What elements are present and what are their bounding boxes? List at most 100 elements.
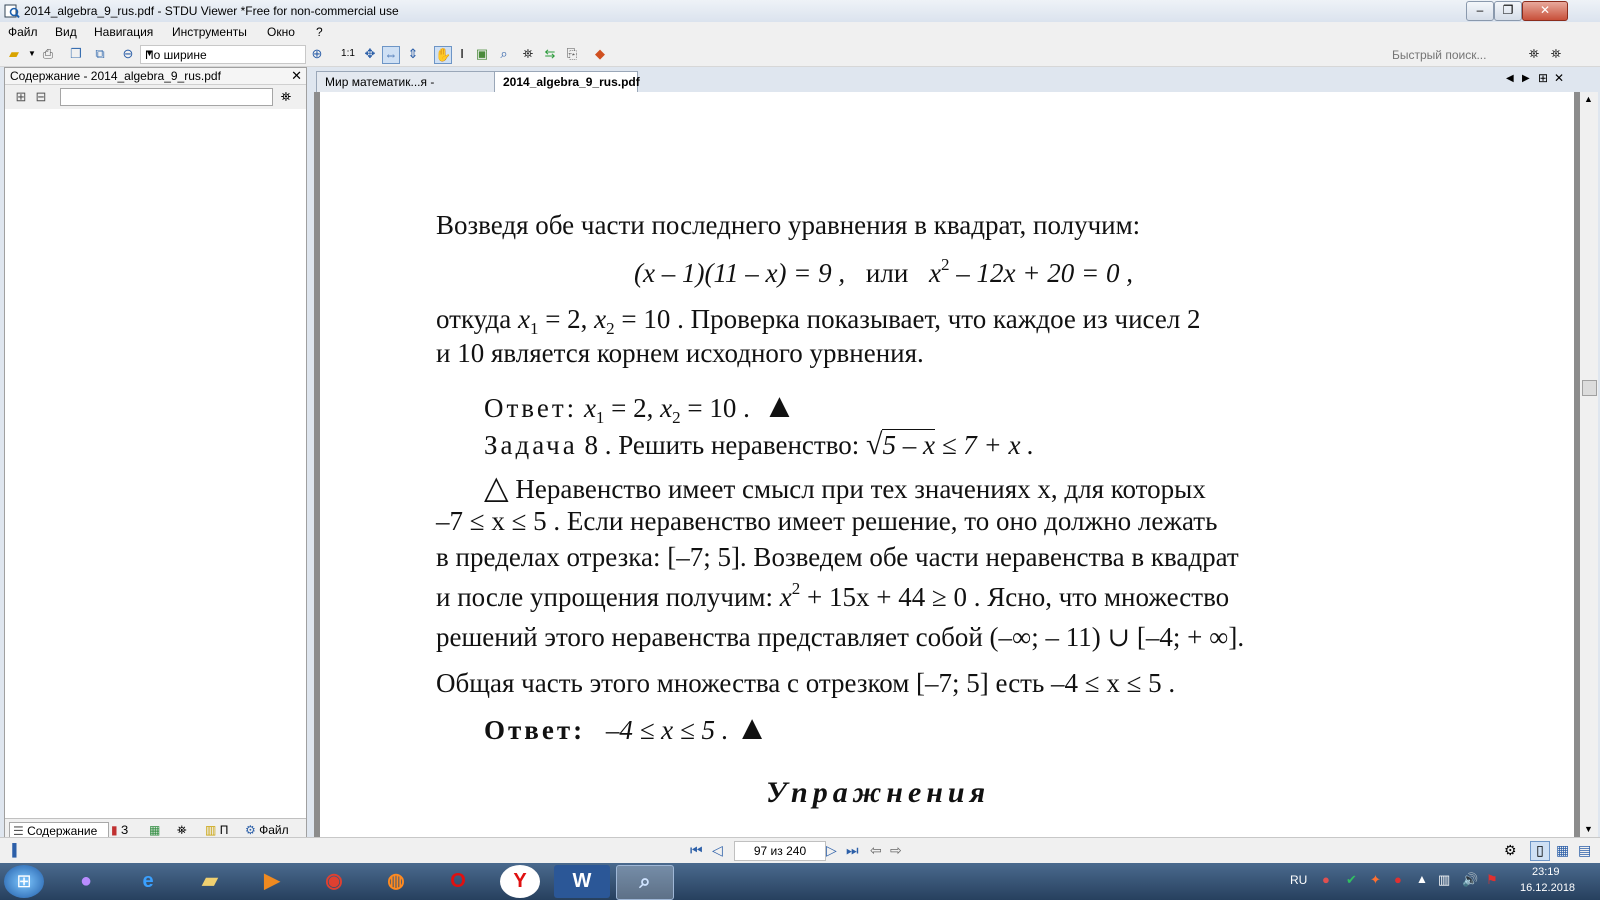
notification-icon[interactable]: ⚑ [1486, 872, 1498, 888]
close-button[interactable]: ✕ [1522, 1, 1568, 21]
settings-icon[interactable]: ⚙ [1504, 842, 1517, 859]
document-viewer[interactable]: Возведя обе части последнего уравнения в… [314, 92, 1580, 837]
filled-triangle-icon: ▲ [735, 710, 769, 747]
internet-explorer-icon[interactable]: e [120, 865, 176, 898]
network-icon[interactable]: ▥ [1438, 872, 1450, 888]
copy-page-icon[interactable]: ❐ [68, 46, 84, 62]
volume-icon[interactable]: 🔊 [1462, 872, 1478, 888]
window-title: 2014_algebra_9_rus.pdf - STDU Viewer *Fr… [24, 4, 399, 18]
tray-icon[interactable]: ● [1394, 872, 1402, 887]
last-page-icon[interactable]: ⏭ [846, 842, 859, 859]
filled-triangle-icon: ▲ [762, 388, 797, 425]
hand-tool-icon[interactable]: ✋ [434, 46, 452, 64]
menu-window[interactable]: Окно [267, 25, 295, 39]
page-number-input[interactable]: 97 из 240 [734, 841, 826, 861]
close-icon[interactable]: ✕ [291, 68, 302, 84]
quick-search-input[interactable] [1390, 45, 1524, 64]
find-icon[interactable]: ⛯ [278, 89, 294, 105]
fit-width-icon[interactable]: ⇔ [382, 46, 400, 64]
status-bar: ▐ ⏮ ◁ 97 из 240 ▷ ⏭ ⇦ ⇨ ⚙ ▯ ▦ ▤ [0, 837, 1600, 864]
continuous-icon[interactable]: ▤ [1578, 842, 1591, 859]
print-icon[interactable]: ⎙ [40, 46, 56, 62]
document-tabs: Мир математик...я - 2014.djvu 2014_algeb… [314, 69, 1600, 109]
tray-icon[interactable]: ● [1322, 872, 1330, 887]
two-pages-icon[interactable]: ▦ [1556, 842, 1569, 859]
scroll-up-icon[interactable]: ▲ [1584, 94, 1593, 104]
minimize-button[interactable]: – [1466, 1, 1494, 21]
scroll-down-icon[interactable]: ▼ [1584, 824, 1593, 834]
menu-navigation[interactable]: Навигация [94, 25, 153, 39]
actual-size-button[interactable]: 1:1 [338, 46, 358, 62]
first-page-icon[interactable]: ⏮ [690, 842, 703, 859]
menu-tools[interactable]: Инструменты [172, 25, 247, 39]
show-hidden-icon[interactable]: ▲ [1416, 872, 1428, 886]
start-button[interactable]: ⊞ [4, 865, 44, 898]
image-select-icon[interactable]: ▣ [474, 46, 490, 62]
copy-icon[interactable]: ⎘ [564, 46, 580, 62]
panel-toggle-icon[interactable]: ▐ [8, 843, 17, 857]
tab-scroll-right-icon[interactable]: ▶ [1522, 73, 1530, 84]
open-dropdown-icon[interactable]: ▼ [24, 46, 40, 62]
tab-menu-icon[interactable]: ⊞ [1538, 71, 1548, 85]
magnifier-icon[interactable]: ⌕ [496, 46, 512, 62]
stdu-viewer-icon[interactable]: ⌕ [616, 865, 674, 900]
find-icon[interactable]: ⛯ [520, 46, 536, 62]
tab-pdf-document[interactable]: 2014_algebra_9_rus.pdf [494, 71, 640, 92]
text-paragraph-6: Общая часть этого множества с отрезком [… [436, 668, 1176, 698]
swap-icon[interactable]: ⇆ [542, 46, 558, 62]
pages-icon: ▥ [205, 823, 217, 837]
contents-toolbar: ⊞ ⊟ ⛯ [5, 85, 306, 109]
opera-icon[interactable]: O [430, 865, 486, 898]
text-paragraph-4: и после упрощения получим: x2 + 15x + 44… [436, 579, 1230, 612]
fit-page-icon[interactable]: ✥ [362, 46, 378, 62]
zoom-in-icon[interactable]: ⊕ [309, 46, 325, 62]
previous-page-icon[interactable]: ◁ [712, 842, 723, 859]
clock-date[interactable]: 16.12.2018 [1520, 882, 1575, 894]
yandex-browser-icon[interactable]: Y [500, 865, 540, 898]
collapse-icon[interactable]: ⊟ [33, 89, 49, 105]
zoom-select[interactable]: По ширине ▼ [140, 45, 306, 64]
binoculars-icon: ⛯ [177, 823, 187, 837]
text-paragraph-5: решений этого неравенства представляет с… [436, 622, 1245, 652]
vertical-scrollbar[interactable]: ▲ ▼ [1580, 92, 1598, 837]
alice-icon[interactable]: ● [58, 865, 114, 898]
tab-scroll-left-icon[interactable]: ◀ [1506, 73, 1514, 84]
text-paragraph-3: в пределах отрезка: [–7; 5]. Возведем об… [436, 542, 1239, 572]
back-icon[interactable]: ⇦ [870, 842, 882, 859]
tab-close-icon[interactable]: ✕ [1554, 71, 1564, 85]
menu-view[interactable]: Вид [55, 25, 77, 39]
taskbar: ⊞ ● e ▰ ▶ ◉ ◍ O Y W ⌕ RU ● ✔ ✦ ● ▲ ▥ 🔊 ⚑… [0, 863, 1600, 900]
forward-icon[interactable]: ⇨ [890, 842, 902, 859]
next-page-icon[interactable]: ▷ [826, 842, 837, 859]
restore-button[interactable]: ❐ [1494, 1, 1522, 21]
text-select-icon[interactable]: I [454, 46, 470, 62]
equation-1: (x – 1)(11 – x) = 9 , или x2 – 12x + 20 … [634, 255, 1133, 288]
file-explorer-icon[interactable]: ▰ [182, 865, 238, 898]
toolbar: ▰ ▼ ⎙ ❐ ⧉ ⊖ По ширине ▼ ⊕ 1:1 ✥ ⇔ ⇕ ✋ I … [0, 42, 1600, 67]
zoom-out-icon[interactable]: ⊖ [120, 46, 136, 62]
clock-time[interactable]: 23:19 [1532, 866, 1560, 878]
chrome-icon[interactable]: ◉ [306, 865, 362, 898]
menu-help[interactable]: ? [316, 25, 323, 39]
shield-icon[interactable]: ✔ [1346, 872, 1357, 888]
thumbnails-icon: ▦ [149, 823, 161, 837]
media-player-icon[interactable]: ▶ [244, 865, 300, 898]
search-next-icon[interactable]: ⛯ [1548, 46, 1564, 62]
firefox-icon[interactable]: ◍ [368, 865, 424, 898]
export-icon[interactable]: ⧉ [92, 46, 108, 62]
fit-height-icon[interactable]: ⇕ [405, 46, 421, 62]
single-page-icon[interactable]: ▯ [1530, 841, 1550, 861]
expand-icon[interactable]: ⊞ [13, 89, 29, 105]
answer-2: Ответ: –4 ≤ x ≤ 5 . ▲ [484, 710, 769, 747]
scroll-thumb[interactable] [1582, 380, 1597, 396]
language-indicator[interactable]: RU [1290, 873, 1307, 887]
open-folder-icon[interactable]: ▰ [6, 46, 22, 62]
menu-file[interactable]: Файл [8, 25, 38, 39]
contents-panel: Содержание - 2014_algebra_9_rus.pdf ✕ ⊞ … [4, 67, 307, 842]
contents-search-input[interactable] [60, 88, 273, 106]
bookmark-icon[interactable]: ◆ [592, 46, 608, 62]
word-icon[interactable]: W [554, 865, 610, 898]
tab-djvu-document[interactable]: Мир математик...я - 2014.djvu [316, 71, 498, 109]
search-options-icon[interactable]: ⛯ [1526, 46, 1542, 62]
tray-icon[interactable]: ✦ [1370, 872, 1381, 888]
